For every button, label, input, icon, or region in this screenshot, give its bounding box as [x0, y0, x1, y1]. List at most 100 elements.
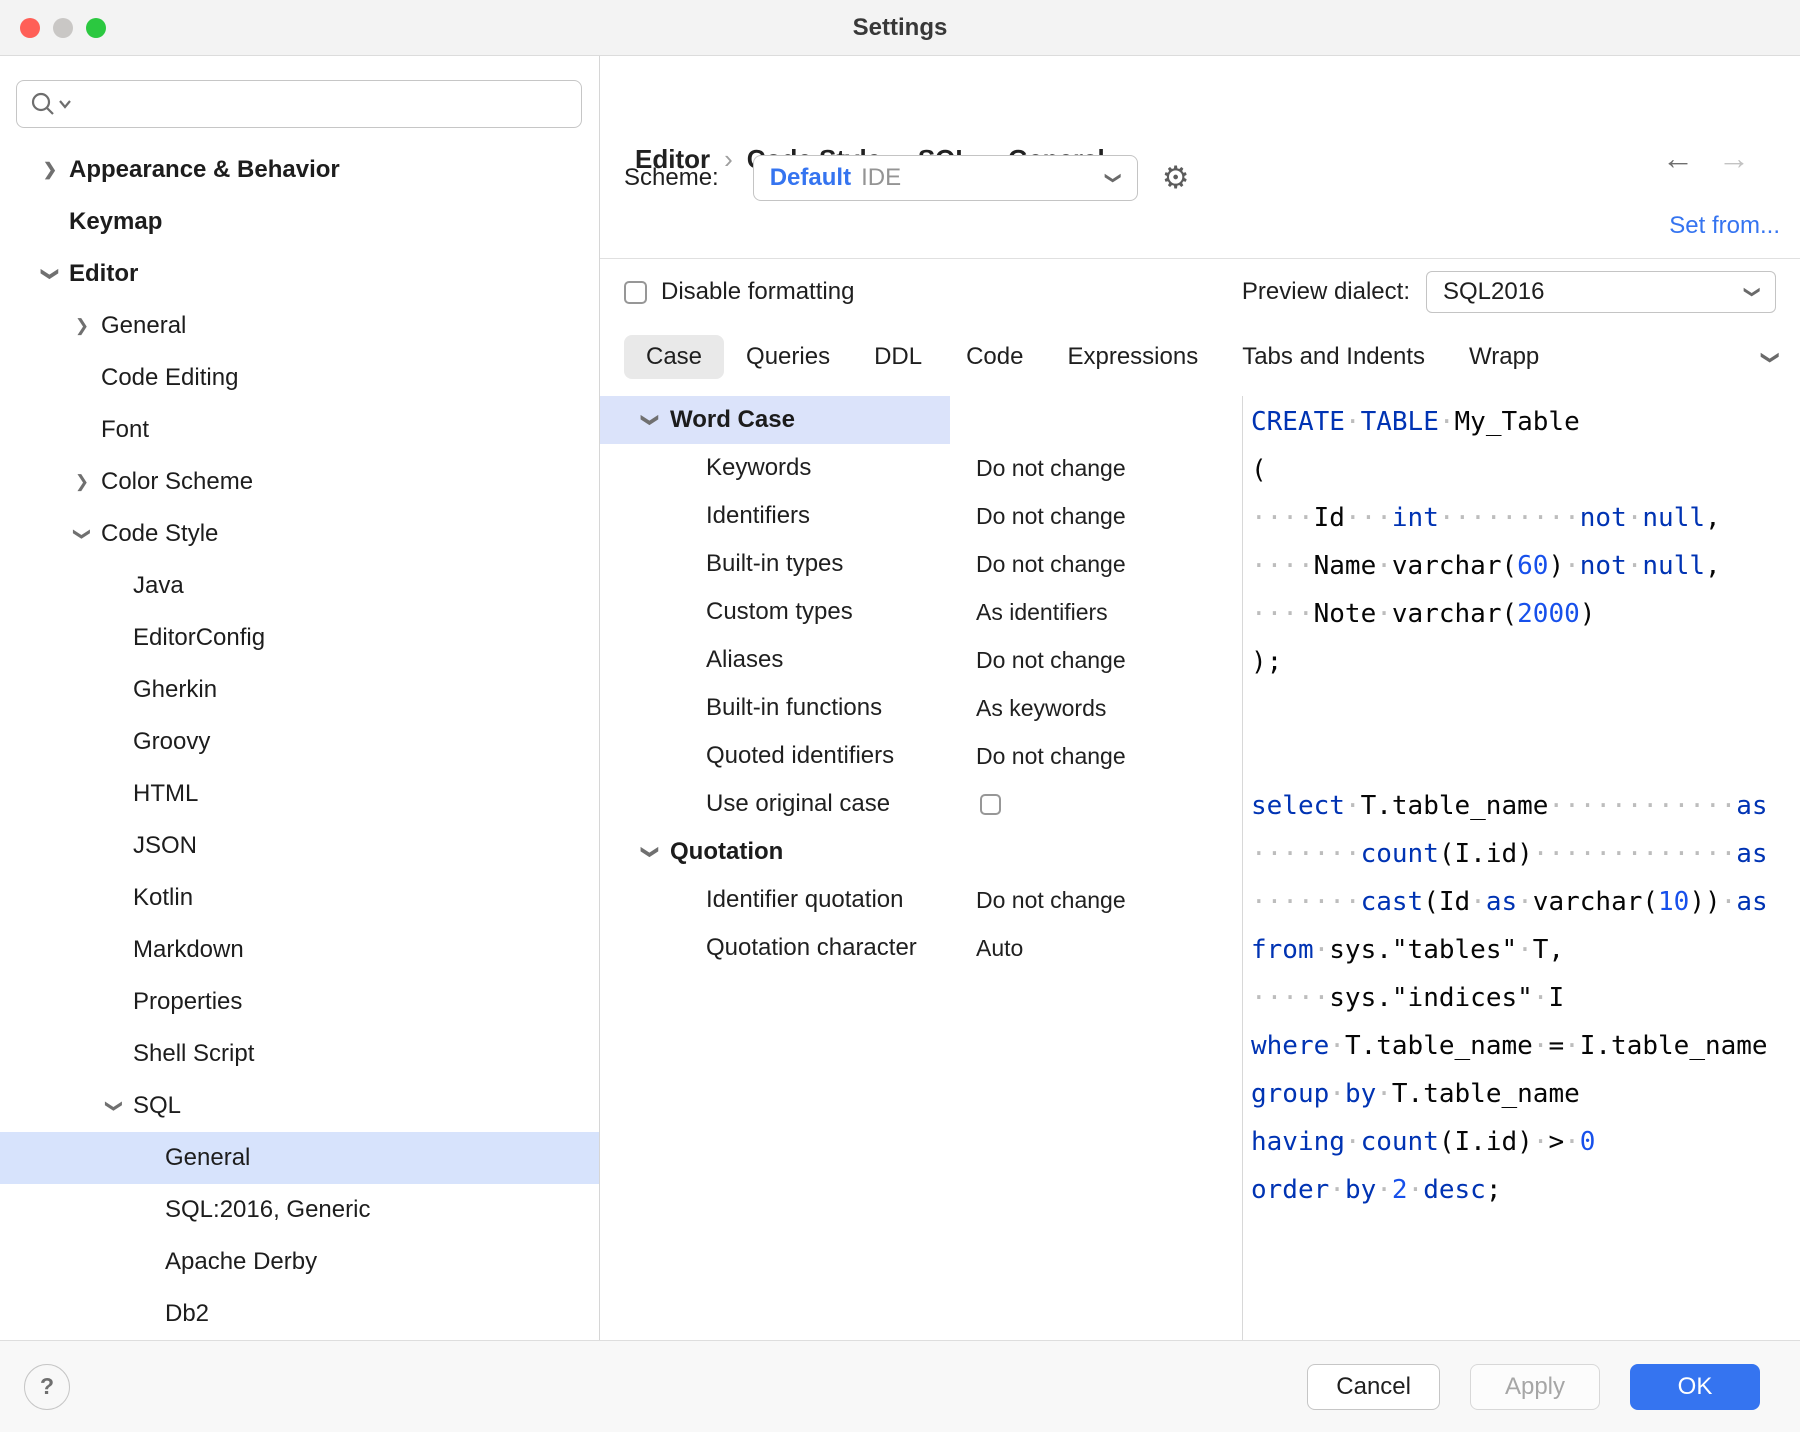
tabs-overflow-icon[interactable]: ❯ — [1760, 350, 1781, 365]
ok-button[interactable]: OK — [1630, 1364, 1760, 1410]
sidebar-item-properties[interactable]: Properties — [0, 976, 599, 1028]
setting-row-custom-types: Custom typesAs identifiers — [600, 588, 1242, 636]
chevron-down-icon[interactable]: ❯ — [640, 842, 660, 862]
sidebar-item-markdown[interactable]: Markdown — [0, 924, 599, 976]
setting-value-dropdown[interactable]: As identifiers — [976, 599, 1108, 626]
sidebar-item-font[interactable]: Font — [0, 404, 599, 456]
sidebar-item-html[interactable]: HTML — [0, 768, 599, 820]
setting-row-keywords: KeywordsDo not change — [600, 444, 1242, 492]
sidebar-item-editor[interactable]: ❯ Editor — [0, 248, 599, 300]
sidebar-item-apache-derby[interactable]: Apache Derby — [0, 1236, 599, 1288]
setting-label: Identifier quotation — [706, 886, 976, 914]
sidebar-item-label: Markdown — [133, 936, 244, 964]
sidebar-item-sql[interactable]: ❯SQL — [0, 1080, 599, 1132]
sidebar-item-label: Appearance & Behavior — [69, 156, 340, 184]
sidebar-item-code-editing[interactable]: Code Editing — [0, 352, 599, 404]
sidebar-item-sql-2016-generic[interactable]: SQL:2016, Generic — [0, 1184, 599, 1236]
chevron-right-icon[interactable]: ❯ — [40, 160, 60, 180]
setting-label: Use original case — [706, 790, 976, 818]
tab-queries[interactable]: Queries — [724, 335, 852, 379]
tab-code[interactable]: Code — [944, 335, 1045, 379]
footer: ? Cancel Apply OK — [0, 1340, 1800, 1432]
code-preview: CREATE·TABLE·My_Table(····Id···int······… — [1243, 396, 1800, 1340]
tab-tabs-and-indents[interactable]: Tabs and Indents — [1220, 335, 1447, 379]
sidebar-item-shell-script[interactable]: Shell Script — [0, 1028, 599, 1080]
chevron-down-icon[interactable]: ❯ — [72, 524, 92, 544]
disable-formatting-checkbox[interactable] — [624, 281, 647, 304]
tab-expressions[interactable]: Expressions — [1045, 335, 1220, 379]
code-line: order·by·2·desc; — [1251, 1166, 1800, 1214]
sidebar-item-keymap[interactable]: Keymap — [0, 196, 599, 248]
setting-value-dropdown[interactable]: Auto — [976, 935, 1023, 962]
sidebar-item-gherkin[interactable]: Gherkin — [0, 664, 599, 716]
preview-dialect-value: SQL2016 — [1443, 278, 1544, 306]
sidebar-item-label: Gherkin — [133, 676, 217, 704]
sidebar-item-label: Groovy — [133, 728, 210, 756]
setting-value-dropdown[interactable]: Do not change — [976, 743, 1126, 770]
setting-value-dropdown[interactable]: Do not change — [976, 503, 1126, 530]
sidebar-item-label: Kotlin — [133, 884, 193, 912]
settings-tree: ❯Appearance & BehaviorKeymap❯Editor❯Gene… — [0, 144, 599, 1340]
code-line: group·by·T.table_name — [1251, 1070, 1800, 1118]
sidebar-item-db2[interactable]: Db2 — [0, 1288, 599, 1340]
scheme-label: Scheme: — [624, 164, 719, 192]
setting-value-dropdown[interactable]: As keywords — [976, 695, 1106, 722]
sidebar-item-label: Shell Script — [133, 1040, 254, 1068]
forward-icon[interactable]: → — [1718, 140, 1750, 177]
sidebar-item-groovy[interactable]: Groovy — [0, 716, 599, 768]
search-field[interactable] — [16, 80, 582, 128]
setting-value-dropdown[interactable]: Do not change — [976, 551, 1126, 578]
gear-icon[interactable]: ⚙ — [1162, 160, 1190, 196]
preview-dialect-select[interactable]: SQL2016 ❯ — [1426, 271, 1776, 313]
setting-label: Identifiers — [706, 502, 976, 530]
code-line: ····Id···int·········not·null, — [1251, 494, 1800, 542]
sidebar-item-label: General — [165, 1144, 250, 1172]
tab-wrapp[interactable]: Wrapp — [1447, 335, 1561, 379]
sidebar-item-general[interactable]: General — [0, 1132, 599, 1184]
sidebar-item-general[interactable]: ❯General — [0, 300, 599, 352]
sidebar-item-kotlin[interactable]: Kotlin — [0, 872, 599, 924]
code-line: having·count(I.id)·>·0 — [1251, 1118, 1800, 1166]
sidebar-item-label: Keymap — [69, 208, 162, 236]
sidebar-item-json[interactable]: JSON — [0, 820, 599, 872]
sidebar-item-editorconfig[interactable]: EditorConfig — [0, 612, 599, 664]
setting-value-dropdown[interactable]: Do not change — [976, 647, 1126, 674]
sidebar-item-code-style[interactable]: ❯Code Style — [0, 508, 599, 560]
chevron-down-icon[interactable]: ❯ — [104, 1096, 124, 1116]
setting-label: Built-in functions — [706, 694, 976, 722]
tab-ddl[interactable]: DDL — [852, 335, 944, 379]
chevron-right-icon[interactable]: ❯ — [72, 316, 92, 336]
sidebar-item-label: Editor — [69, 260, 138, 288]
cancel-button[interactable]: Cancel — [1307, 1364, 1440, 1410]
code-line: ·······count(I.id)·············as — [1251, 830, 1800, 878]
setting-value-dropdown[interactable]: Do not change — [976, 887, 1126, 914]
settings-group-quotation[interactable]: ❯Quotation — [600, 828, 1242, 876]
settings-group-word-case[interactable]: ❯Word Case — [600, 396, 1242, 444]
setting-row-built-in-types: Built-in typesDo not change — [600, 540, 1242, 588]
sidebar-item-label: Properties — [133, 988, 242, 1016]
sidebar-item-label: SQL:2016, Generic — [165, 1196, 370, 1224]
scheme-row: Scheme: Default IDE ❯ ⚙ — [624, 155, 1190, 201]
chevron-down-icon[interactable]: ❯ — [640, 410, 660, 430]
scheme-select[interactable]: Default IDE ❯ — [753, 155, 1138, 201]
settings-window: Settings ❯Appearance & BehaviorKeymap❯Ed… — [0, 0, 1800, 1432]
sidebar-item-appearance-behavior[interactable]: ❯ Appearance & Behavior — [0, 144, 599, 196]
search-input[interactable] — [81, 91, 569, 117]
set-from-link[interactable]: Set from... — [1669, 212, 1780, 240]
tab-case[interactable]: Case — [624, 335, 724, 379]
sidebar-item-java[interactable]: Java — [0, 560, 599, 612]
scheme-value-primary: Default — [770, 164, 851, 192]
setting-label: Custom types — [706, 598, 976, 626]
code-line: ·····sys."indices"·I — [1251, 974, 1800, 1022]
format-row: Disable formatting Preview dialect: SQL2… — [624, 269, 1776, 315]
setting-row-aliases: AliasesDo not change — [600, 636, 1242, 684]
chevron-right-icon[interactable]: ❯ — [72, 472, 92, 492]
back-icon[interactable]: ← — [1662, 140, 1694, 177]
help-button[interactable]: ? — [24, 1364, 70, 1410]
sidebar-item-color-scheme[interactable]: ❯Color Scheme — [0, 456, 599, 508]
chevron-down-icon[interactable]: ❯ — [40, 264, 60, 284]
footer-buttons: Cancel Apply OK — [1307, 1364, 1760, 1410]
apply-button[interactable]: Apply — [1470, 1364, 1600, 1410]
use-original-case-checkbox[interactable] — [980, 794, 1001, 815]
setting-value-dropdown[interactable]: Do not change — [976, 455, 1126, 482]
